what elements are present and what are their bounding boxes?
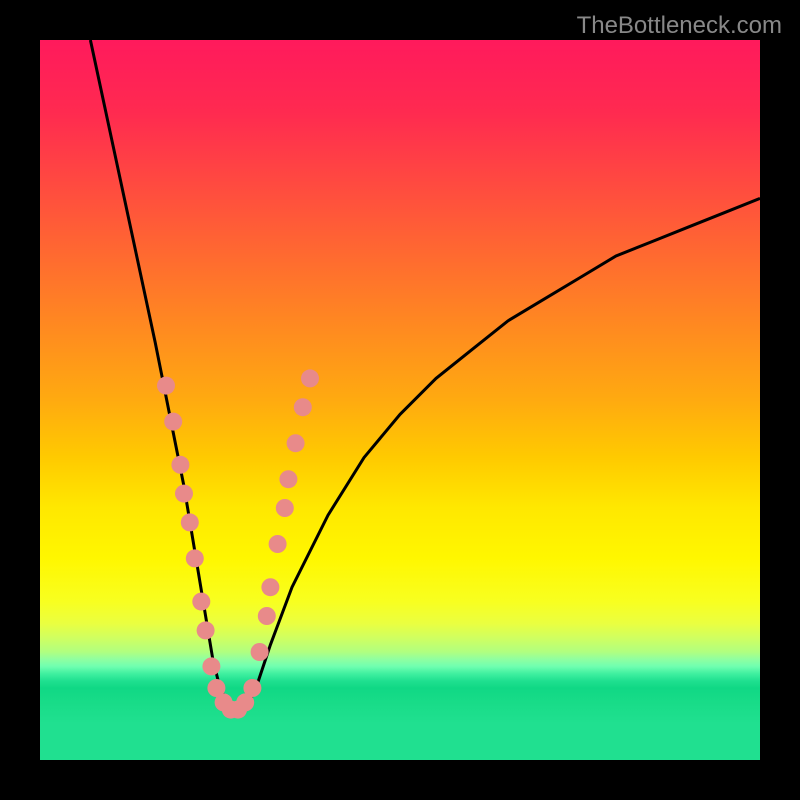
data-point xyxy=(164,413,182,431)
data-point xyxy=(261,578,279,596)
data-point xyxy=(197,621,215,639)
data-point xyxy=(258,607,276,625)
data-point xyxy=(243,679,261,697)
data-point xyxy=(192,593,210,611)
data-point xyxy=(186,549,204,567)
chart-svg xyxy=(40,40,760,760)
chart-container: TheBottleneck.com xyxy=(0,0,800,800)
data-point-markers xyxy=(157,369,319,718)
bottleneck-curve xyxy=(90,40,760,710)
curve-line xyxy=(90,40,760,710)
data-point xyxy=(301,369,319,387)
watermark: TheBottleneck.com xyxy=(577,12,782,40)
data-point xyxy=(171,456,189,474)
data-point xyxy=(157,377,175,395)
data-point xyxy=(269,535,287,553)
data-point xyxy=(279,470,297,488)
data-point xyxy=(251,643,269,661)
data-point xyxy=(175,485,193,503)
plot-area xyxy=(40,40,760,760)
data-point xyxy=(276,499,294,517)
data-point xyxy=(202,657,220,675)
data-point xyxy=(181,513,199,531)
data-point xyxy=(294,398,312,416)
data-point xyxy=(287,434,305,452)
